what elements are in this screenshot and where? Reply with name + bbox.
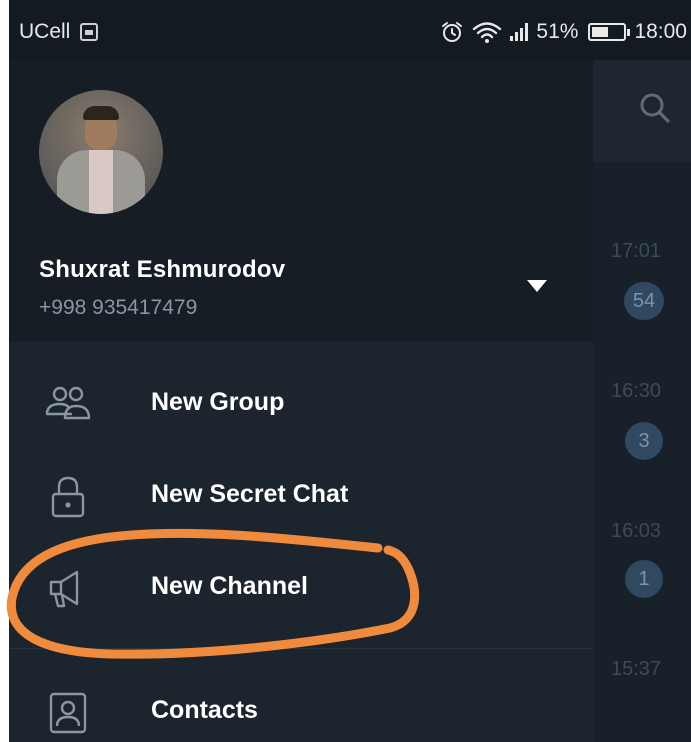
menu-label: New Group <box>151 388 285 416</box>
battery-percent: 51% <box>536 20 579 43</box>
people-icon <box>45 386 91 420</box>
status-left: UCell <box>19 20 99 44</box>
battery-fill <box>592 27 609 37</box>
chat-time: 16:30 <box>611 380 662 402</box>
account-switch-button[interactable] <box>525 278 549 294</box>
alarm-icon <box>442 22 463 42</box>
avatar-shirt <box>89 150 113 214</box>
chat-time: 17:01 <box>611 240 662 262</box>
menu-label: Contacts <box>151 696 258 724</box>
chat-list-background: 17:01 54 16:30 3 16:03 1 15:37 <box>593 60 691 742</box>
status-right: 51% 18:00 <box>440 20 687 44</box>
chat-time: 16:03 <box>611 520 662 542</box>
app-screen: UCell 51% 18:00 17:01 54 16:30 3 16:03 1… <box>9 0 691 742</box>
unread-badge: 1 <box>625 560 663 598</box>
megaphone-icon <box>49 570 79 608</box>
contact-icon <box>49 692 87 734</box>
menu-item-new-secret-chat[interactable]: New Secret Chat <box>9 450 593 542</box>
chat-list-header <box>593 60 691 162</box>
avatar[interactable] <box>39 90 163 214</box>
status-bar: UCell 51% 18:00 <box>9 0 691 60</box>
menu-divider <box>9 648 593 649</box>
drawer-header: Shuxrat Eshmurodov +998 935417479 <box>9 60 593 342</box>
menu-item-contacts[interactable]: Contacts <box>9 666 593 742</box>
unread-badge: 3 <box>625 422 663 460</box>
search-icon[interactable] <box>639 92 671 124</box>
sim-icon <box>80 23 99 41</box>
battery-icon <box>588 23 631 41</box>
triangle-down-icon <box>527 280 547 292</box>
lock-icon <box>51 476 85 518</box>
carrier-label: UCell <box>19 20 71 43</box>
wifi-icon <box>473 22 502 43</box>
navigation-drawer: Shuxrat Eshmurodov +998 935417479 New Gr… <box>9 60 593 742</box>
menu-label: New Channel <box>151 572 308 600</box>
menu-item-new-group[interactable]: New Group <box>9 358 593 450</box>
clock: 18:00 <box>634 20 687 43</box>
menu-item-new-channel[interactable]: New Channel <box>9 542 593 634</box>
chat-time: 15:37 <box>611 658 662 680</box>
unread-badge: 54 <box>624 282 664 320</box>
profile-name: Shuxrat Eshmurodov <box>39 256 286 283</box>
menu-label: New Secret Chat <box>151 480 349 508</box>
avatar-hair <box>83 106 119 120</box>
profile-phone: +998 935417479 <box>39 296 198 319</box>
signal-icon <box>510 23 529 41</box>
